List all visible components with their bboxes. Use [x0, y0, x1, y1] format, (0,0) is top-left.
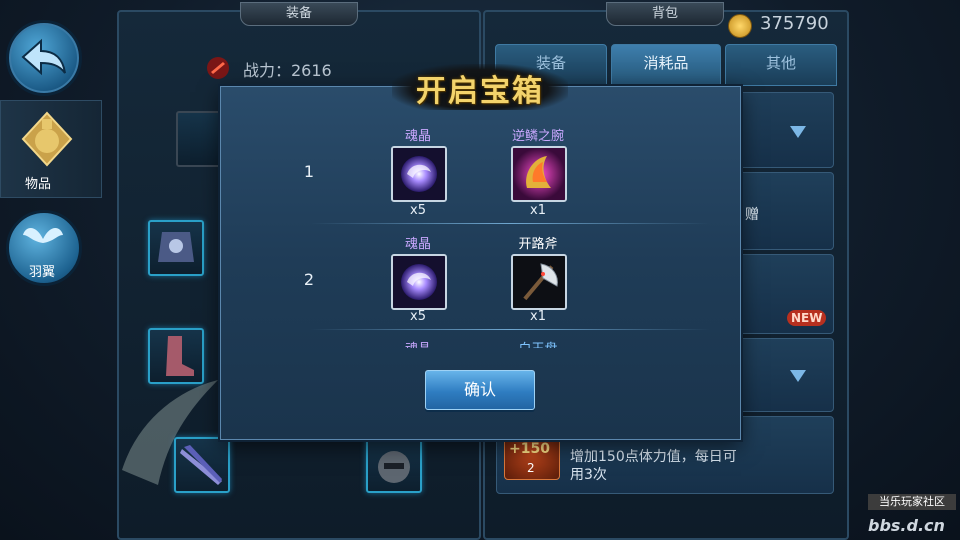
helm-icon	[378, 451, 410, 483]
bag-panel-tag: 背包	[606, 2, 724, 26]
row-divider	[310, 329, 710, 330]
watermark-url: bbs.d.cn	[868, 516, 945, 535]
soul-crystal-icon	[393, 256, 445, 308]
gourd-bag-icon	[21, 111, 73, 167]
reward-slot[interactable]	[511, 146, 567, 202]
bracer-icon	[513, 148, 565, 200]
armor-icon	[158, 232, 194, 262]
soul-crystal-icon	[393, 148, 445, 200]
reward-qty: x1	[530, 309, 546, 324]
stamina-desc-2: 用3次	[570, 467, 607, 483]
scythe-decoration	[122, 380, 218, 485]
reward-row-partial: 魂晶 白玉盘	[368, 333, 608, 348]
combat-power: 战力：2616	[243, 61, 332, 80]
equipment-panel-tag: 装备	[240, 2, 358, 26]
reward-qty: x1	[530, 203, 546, 218]
back-button[interactable]	[6, 20, 82, 96]
expand-icon[interactable]	[790, 126, 806, 138]
reward-row-index: 1	[303, 162, 315, 181]
reward-slot[interactable]	[391, 146, 447, 202]
reward-qty: x5	[410, 203, 426, 218]
reward-row-index: 2	[303, 270, 315, 289]
stamina-count: 2	[527, 461, 535, 475]
reward-slot[interactable]	[391, 254, 447, 310]
tab-other[interactable]: 其他	[725, 44, 837, 86]
reward-slot[interactable]	[511, 254, 567, 310]
watermark-label: 当乐玩家社区	[868, 494, 956, 510]
power-icon	[205, 56, 231, 80]
reward-name: 魂晶	[404, 129, 431, 144]
reward-name: 逆鳞之腕	[511, 129, 564, 144]
new-badge: NEW	[787, 310, 827, 326]
nav-tab-wings[interactable]: 羽翼	[6, 210, 82, 286]
gold-amount: 375790	[760, 13, 829, 34]
reward-qty: x5	[410, 309, 426, 324]
wings-icon	[23, 228, 63, 243]
nav-tab-items[interactable]: 物品	[0, 100, 102, 198]
reward-name: 魂晶	[368, 338, 468, 348]
reward-name: 白玉盘	[488, 338, 588, 348]
axe-icon	[513, 256, 565, 308]
stamina-desc-1: 增加150点体力值，每日可	[570, 449, 737, 465]
expand-icon[interactable]	[790, 370, 806, 382]
gold-coin-icon	[728, 14, 752, 38]
tab-consumables[interactable]: 消耗品	[611, 44, 721, 86]
stamina-badge: +150	[509, 441, 550, 457]
row-divider	[310, 223, 710, 224]
item-gift-text: 赠	[745, 207, 759, 223]
dialog-title: 开启宝箱	[416, 74, 544, 109]
back-arrow-icon	[21, 38, 66, 76]
reward-name: 开路斧	[518, 237, 558, 252]
confirm-button[interactable]: 确认	[425, 370, 535, 410]
equip-slot-accessory[interactable]	[366, 437, 422, 493]
nav-wings-label: 羽翼	[29, 265, 56, 280]
equip-slot-armor[interactable]	[148, 220, 204, 276]
reward-name: 魂晶	[404, 237, 431, 252]
nav-items-label: 物品	[25, 177, 52, 192]
